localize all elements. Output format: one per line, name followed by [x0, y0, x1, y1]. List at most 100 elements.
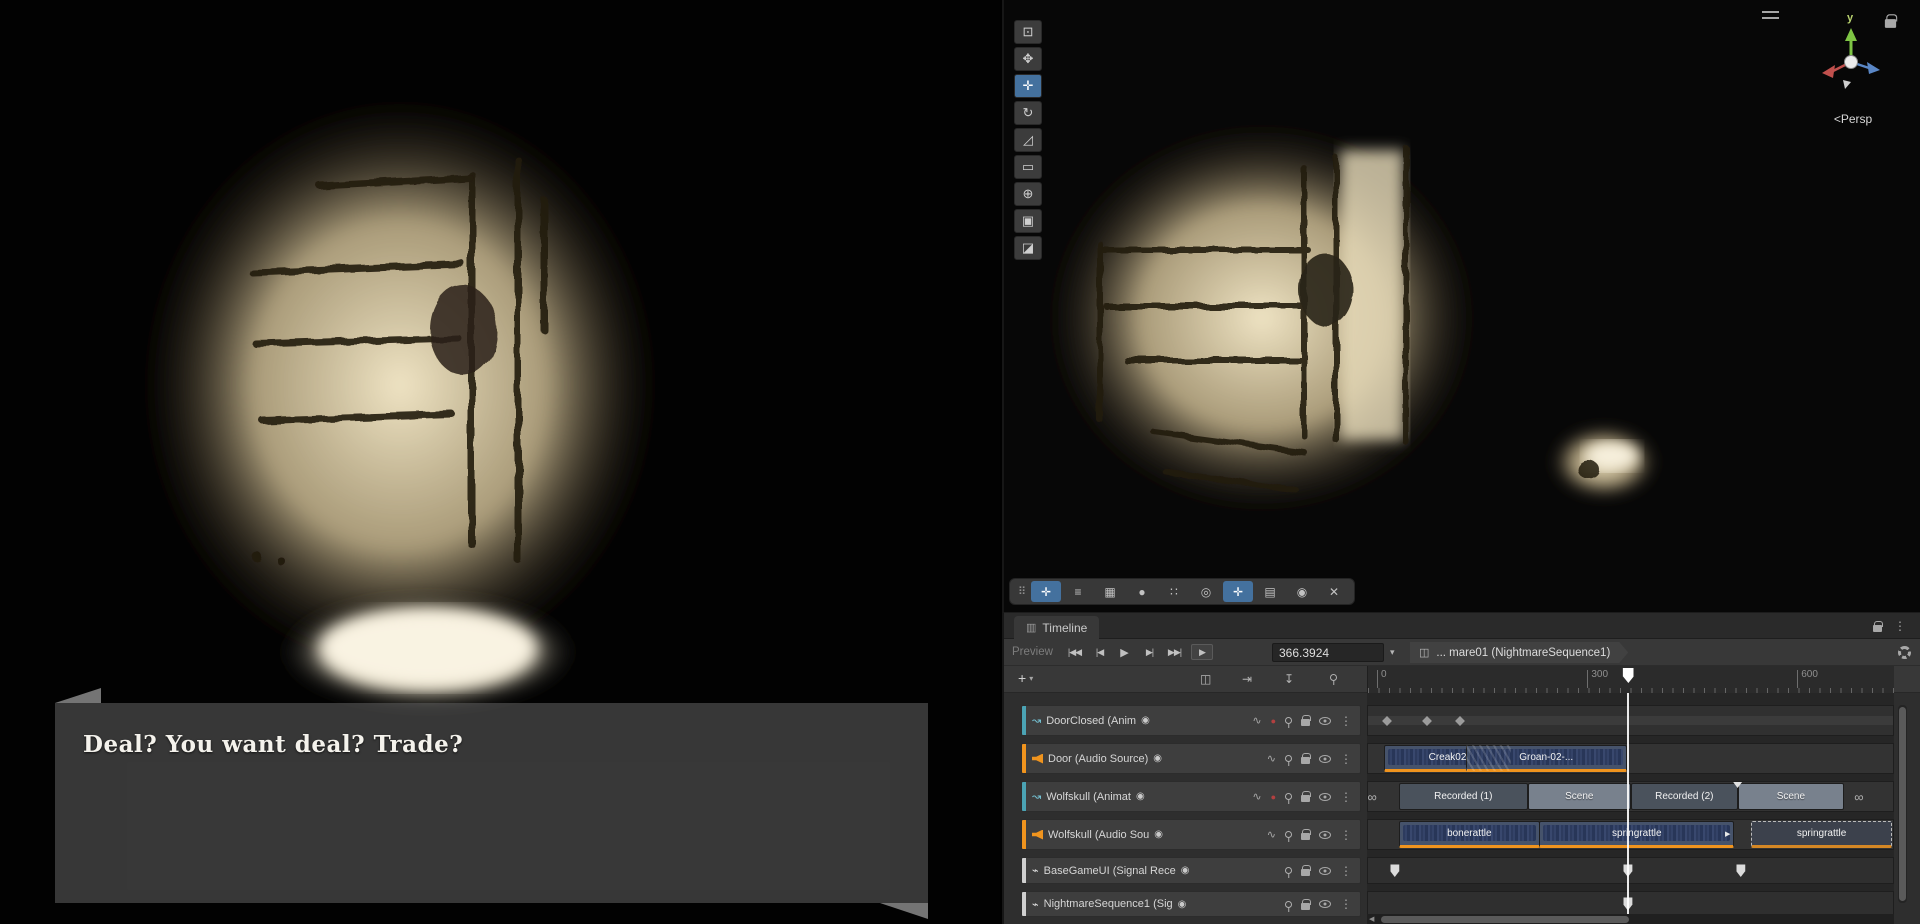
track-content-wolfskull-audio[interactable]: bonerattle springrattle ▶ springrattle — [1367, 819, 1894, 850]
track-content-door-audio[interactable]: Creak02 Groan-02-... — [1367, 743, 1894, 774]
scene-viewport[interactable]: ⊡ ✥ ✛ ↻ ◿ ▭ ⊕ ▣ ◪ ⠿ ✛ ≡ ▦ ● ∷ ◎ ✛ ▤ ◉ ✕ … — [1002, 0, 1920, 612]
track-content-doorclosed[interactable] — [1367, 705, 1894, 736]
signal-marker[interactable] — [1390, 864, 1400, 877]
animation-clip[interactable]: Scene — [1737, 783, 1845, 810]
lock-icon[interactable] — [1301, 791, 1311, 802]
eye-icon[interactable] — [1319, 754, 1331, 763]
animation-clip[interactable]: Recorded (1) — [1398, 783, 1528, 810]
panel-lock-icon[interactable] — [1873, 620, 1883, 632]
kebab-icon[interactable]: ⋮ — [1340, 828, 1352, 842]
track-options-icon[interactable]: ◉ — [1181, 865, 1190, 876]
pin-icon[interactable] — [1285, 867, 1292, 874]
overlay-compass-icon[interactable]: ◉ — [1287, 581, 1317, 602]
tab-timeline[interactable]: ▥ Timeline — [1014, 616, 1100, 639]
perspective-toggle[interactable]: <Persp — [1810, 112, 1896, 126]
playhead-handle[interactable] — [1622, 668, 1634, 683]
kebab-icon[interactable]: ⋮ — [1340, 714, 1352, 728]
eye-icon[interactable] — [1319, 716, 1331, 725]
transform-tool-icon[interactable]: ⊕ — [1014, 182, 1042, 206]
overlay-menu-icon[interactable] — [1762, 11, 1779, 19]
kebab-icon[interactable]: ⋮ — [1340, 790, 1352, 804]
marker-toggle-icon[interactable] — [1330, 674, 1337, 681]
overlay-gizmo-icon[interactable]: ✛ — [1223, 581, 1253, 602]
scale-tool-icon[interactable]: ◿ — [1014, 128, 1042, 152]
signal-marker[interactable] — [1623, 864, 1633, 877]
eye-icon[interactable] — [1319, 792, 1331, 801]
eye-icon[interactable] — [1319, 900, 1331, 908]
preview-toggle[interactable]: Preview — [1012, 646, 1062, 658]
scroll-left-icon[interactable]: ◀ — [1369, 915, 1374, 923]
replace-mode-icon[interactable]: ↧ — [1284, 672, 1294, 686]
overlay-particles-icon[interactable]: ∷ — [1159, 581, 1189, 602]
panel-kebab-icon[interactable]: ⋮ — [1894, 619, 1906, 633]
move-tool-icon[interactable]: ✛ — [1014, 74, 1042, 98]
horizontal-scrollbar-thumb[interactable] — [1381, 916, 1629, 923]
breadcrumb[interactable]: ◫ ... mare01 (NightmareSequence1) — [1410, 642, 1628, 663]
overlay-shading-icon[interactable]: ● — [1127, 581, 1157, 602]
hand-tool-icon[interactable]: ✥ — [1014, 47, 1042, 71]
track-header-door-audio[interactable]: Door (Audio Source) ◉ ∿ ⋮ — [1021, 743, 1361, 774]
previous-frame-button[interactable]: |◀ — [1087, 643, 1112, 662]
pin-icon[interactable] — [1285, 831, 1292, 838]
curves-icon[interactable]: ∿ — [1252, 790, 1261, 803]
custom-tool-icon[interactable]: ▣ — [1014, 209, 1042, 233]
overlay-move-icon[interactable]: ✛ — [1031, 581, 1061, 602]
vertical-scrollbar-thumb[interactable] — [1899, 707, 1906, 901]
track-options-icon[interactable]: ◉ — [1153, 753, 1162, 764]
vertical-scrollbar[interactable] — [1898, 705, 1907, 903]
horizontal-scrollbar[interactable]: ◀ — [1367, 914, 1894, 924]
track-header-nightmaresequence[interactable]: ⌁ NightmareSequence1 (Sig ◉ ⋮ — [1021, 891, 1361, 917]
eye-icon[interactable] — [1319, 866, 1331, 875]
signal-marker[interactable] — [1623, 897, 1633, 911]
add-track-button[interactable]: + ▾ — [1018, 670, 1033, 686]
overlay-zoom-icon[interactable]: ◎ — [1191, 581, 1221, 602]
lock-icon[interactable] — [1301, 898, 1311, 910]
pin-icon[interactable] — [1285, 755, 1292, 762]
rotate-tool-icon[interactable]: ↻ — [1014, 101, 1042, 125]
animation-clip[interactable]: Scene — [1527, 783, 1632, 810]
pin-icon[interactable] — [1285, 793, 1292, 800]
pin-icon[interactable] — [1285, 900, 1292, 908]
record-icon[interactable]: ● — [1271, 792, 1276, 802]
track-content-basegameui[interactable] — [1367, 857, 1894, 884]
curves-icon[interactable]: ∿ — [1267, 752, 1276, 765]
play-range-button[interactable]: ▶ — [1191, 644, 1213, 660]
audio-clip[interactable]: springrattle ▶ — [1539, 821, 1735, 848]
kebab-icon[interactable]: ⋮ — [1340, 864, 1352, 878]
track-header-wolfskull-anim[interactable]: ↝ Wolfskull (Animat ◉ ∿ ● ⋮ — [1021, 781, 1361, 812]
go-to-end-button[interactable]: ▶▶| — [1162, 643, 1187, 662]
track-content-wolfskull-anim[interactable]: ∞ Recorded (1) Scene Recorded (2) Scene … — [1367, 781, 1894, 812]
orientation-gizmo[interactable] — [1816, 24, 1886, 94]
audio-clip[interactable]: bonerattle — [1398, 821, 1540, 848]
play-button[interactable]: ▶ — [1112, 643, 1137, 662]
lock-icon[interactable] — [1301, 865, 1311, 876]
track-options-icon[interactable]: ◉ — [1154, 829, 1163, 840]
scene-lock-icon[interactable] — [1884, 14, 1898, 28]
timeline-settings-gear-icon[interactable] — [1898, 646, 1911, 659]
current-time-input[interactable] — [1272, 643, 1384, 662]
go-to-start-button[interactable]: |◀◀ — [1062, 643, 1087, 662]
animation-clip[interactable]: Recorded (2) — [1631, 783, 1738, 810]
mix-mode-icon[interactable]: ◫ — [1200, 672, 1211, 686]
record-icon[interactable]: ● — [1271, 716, 1276, 726]
pin-icon[interactable] — [1285, 717, 1292, 724]
view-tool-icon[interactable]: ⊡ — [1014, 20, 1042, 44]
time-dropdown-icon[interactable]: ▾ — [1390, 647, 1395, 658]
signal-marker[interactable] — [1736, 864, 1746, 877]
track-header-doorclosed[interactable]: ↝ DoorClosed (Anim ◉ ∿ ● ⋮ — [1021, 705, 1361, 736]
track-options-icon[interactable]: ◉ — [1141, 715, 1150, 726]
time-ruler[interactable]: 0 300 600 — [1367, 666, 1894, 693]
overlay-camera-icon[interactable]: ▤ — [1255, 581, 1285, 602]
curves-icon[interactable]: ∿ — [1267, 828, 1276, 841]
track-header-wolfskull-audio[interactable]: Wolfskull (Audio Sou ◉ ∿ ⋮ — [1021, 819, 1361, 850]
next-frame-button[interactable]: ▶| — [1137, 643, 1162, 662]
overlay-drag-handle[interactable]: ⠿ — [1015, 585, 1029, 598]
lock-icon[interactable] — [1301, 753, 1311, 764]
track-header-basegameui[interactable]: ⌁ BaseGameUI (Signal Rece ◉ ⋮ — [1021, 857, 1361, 884]
lock-icon[interactable] — [1301, 715, 1311, 726]
curves-icon[interactable]: ∿ — [1252, 714, 1261, 727]
audio-clip-ghost[interactable]: springrattle — [1750, 821, 1893, 848]
overlay-cross-icon[interactable]: ✕ — [1319, 581, 1349, 602]
rect-tool-icon[interactable]: ▭ — [1014, 155, 1042, 179]
track-options-icon[interactable]: ◉ — [1136, 791, 1145, 802]
